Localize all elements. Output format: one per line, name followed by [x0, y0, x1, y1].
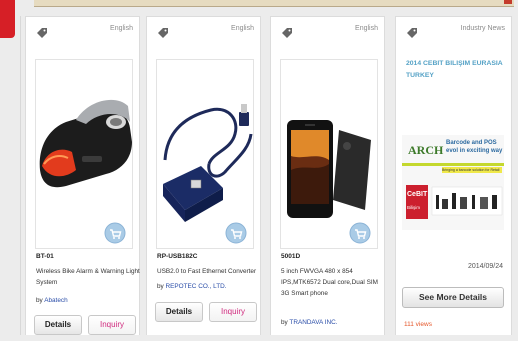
vendor-link[interactable]: REPOTEC CO., LTD.	[166, 283, 227, 290]
cart-icon[interactable]	[104, 222, 126, 244]
product-description: USB2.0 to Fast Ethernet Converter	[157, 268, 257, 275]
product-name: 5001D	[281, 253, 301, 260]
usb-converter-image	[157, 60, 253, 248]
tag-icon	[158, 28, 168, 38]
left-divider	[20, 16, 21, 341]
top-bar	[34, 0, 514, 7]
tag-icon	[37, 28, 47, 38]
vendor-line: by TRANDAVA INC.	[281, 319, 337, 326]
tag-icon	[282, 28, 292, 38]
by-label: by	[157, 283, 166, 290]
smartphone-image	[281, 60, 377, 248]
news-image-subheading: Bringing a barcode solution for Retail	[442, 168, 500, 172]
see-more-details-button[interactable]: See More Details	[402, 287, 504, 308]
details-button[interactable]: Details	[155, 302, 203, 322]
product-name: BT-01	[36, 253, 54, 260]
news-image-cebit-sub: Bilişim	[407, 205, 420, 210]
inquiry-button[interactable]: Inquiry	[88, 315, 136, 335]
vendor-line: by REPOTEC CO., LTD.	[157, 283, 227, 290]
news-image[interactable]: ARCH Barcode and POS evol in exciting wa…	[402, 135, 504, 230]
product-image[interactable]	[156, 59, 254, 249]
language-label: English	[231, 25, 254, 32]
news-card: Industry News 2014 CEBIT BILIŞIM EURASIA…	[395, 16, 512, 341]
news-date: 2014/09/24	[467, 263, 503, 270]
red-side-tab[interactable]	[0, 0, 15, 38]
product-card-2: English RP-USB182C USB2.0 to Fast Ethern…	[146, 16, 261, 341]
cart-icon[interactable]	[349, 222, 371, 244]
bottom-edge	[0, 335, 518, 341]
product-name: RP-USB182C	[157, 253, 198, 260]
tag-icon	[407, 28, 417, 38]
language-label: English	[110, 25, 133, 32]
news-title-link[interactable]: 2014 CEBIT BILIŞIM EURASIA TURKEY	[406, 58, 506, 82]
vendor-line: by Abatech	[36, 297, 68, 304]
product-description: 5 inch FWVGA 480 x 854 IPS,MTK6572 Dual …	[281, 268, 378, 297]
by-label: by	[36, 297, 45, 304]
vendor-link[interactable]: TRANDAVA INC.	[289, 319, 337, 326]
product-image[interactable]	[35, 59, 133, 249]
product-card-1: English BT-01 Wireless Bike Alarm & Warn…	[25, 16, 140, 341]
news-category-label: Industry News	[460, 25, 505, 32]
product-description: Wireless Bike Alarm & Warning Light Syst…	[36, 268, 140, 286]
details-button[interactable]: Details	[34, 315, 82, 335]
news-image-heading: Barcode and POS evol in exciting way	[446, 140, 503, 154]
news-image-cebit: CeBIT	[407, 191, 428, 198]
vendor-link[interactable]: Abatech	[44, 297, 67, 304]
product-card-3: English 5001D 5 inch FWVGA 480 x 854 IPS…	[270, 16, 385, 341]
cart-icon[interactable]	[225, 222, 247, 244]
product-image[interactable]	[280, 59, 378, 249]
news-image-logo: ARCH	[408, 143, 444, 157]
bike-alarm-image	[36, 60, 132, 248]
view-count: 111 views	[404, 321, 432, 328]
language-label: English	[355, 25, 378, 32]
inquiry-button[interactable]: Inquiry	[209, 302, 257, 322]
scroll-marker-icon	[504, 0, 512, 9]
